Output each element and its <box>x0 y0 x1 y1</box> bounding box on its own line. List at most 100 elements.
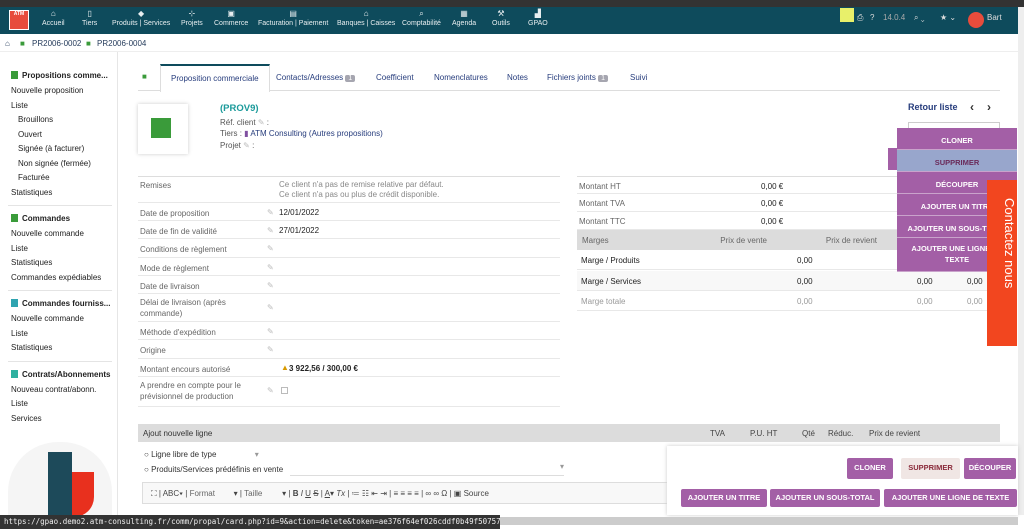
edit-pencil-icon[interactable]: ✎ <box>267 327 274 336</box>
next-record-button[interactable]: › <box>987 100 991 114</box>
horizontal-scrollbar[interactable] <box>500 517 1018 525</box>
sidebar-item[interactable]: Statistiques <box>11 343 52 352</box>
tab-fichiers-joints[interactable]: Fichiers joints 1 <box>547 73 609 82</box>
size-select[interactable]: Taille <box>244 489 282 498</box>
underline-icon[interactable]: U <box>305 489 311 498</box>
sidebar-item[interactable]: Nouvelle commande <box>11 314 84 323</box>
home-icon[interactable]: ⌂ <box>5 39 10 48</box>
tab-suivi[interactable]: Suivi <box>630 73 647 82</box>
tiers-link[interactable]: ATM Consulting <box>250 129 306 138</box>
atm-logo[interactable]: ATM <box>9 10 29 30</box>
link-icon[interactable]: ∞ <box>425 489 431 498</box>
other-proposals-link[interactable]: (Autres propositions) <box>309 129 383 138</box>
justify-icon[interactable]: ≡ <box>414 489 419 498</box>
bookmark-star-icon[interactable]: ★ ⌄ <box>940 13 956 22</box>
predef-product-radio[interactable]: ○ <box>144 465 149 474</box>
sidebar-section-title[interactable]: Commandes <box>22 214 70 223</box>
nav-item-banques-caisses[interactable]: ⌂ Banques | Caisses <box>337 9 395 27</box>
edit-pencil-icon[interactable]: ✎ <box>267 303 274 312</box>
edit-pencil-icon[interactable]: ✎ <box>267 263 274 272</box>
print-icon[interactable]: ⎙ <box>857 13 863 23</box>
nav-item-comptabilit-[interactable]: ⌕ Comptabilité <box>402 9 441 27</box>
nav-item-agenda[interactable]: ▦ Agenda <box>452 9 476 27</box>
tab-nomenclatures[interactable]: Nomenclatures <box>434 73 488 82</box>
spellcheck-icon[interactable]: ABC▾ <box>163 489 183 498</box>
tab-coefficient[interactable]: Coefficient <box>376 73 414 82</box>
panel-supprimer-button[interactable]: SUPPRIMER <box>901 458 960 479</box>
sidebar-item[interactable]: Nouvelle proposition <box>11 86 84 95</box>
avatar[interactable] <box>968 12 984 28</box>
nav-item-facturation-paiement[interactable]: ▤ Facturation | Paiement <box>258 9 328 27</box>
unlink-icon[interactable]: ∞ <box>433 489 439 498</box>
help-icon[interactable]: ? <box>870 13 874 22</box>
sidebar-section-title[interactable]: Contrats/Abonnements <box>22 370 110 379</box>
sidebar-item[interactable]: Nouvelle commande <box>11 229 84 238</box>
sticky-note-icon[interactable] <box>840 8 854 22</box>
align-right-icon[interactable]: ≡ <box>407 489 412 498</box>
panel-ajouter-un-sous-total-button[interactable]: AJOUTER UN SOUS-TOTAL <box>770 489 880 507</box>
bold-icon[interactable]: B <box>293 489 299 498</box>
contact-us-tab[interactable]: Contactez nous <box>987 180 1017 346</box>
search-menu-icon[interactable]: ⌕ ⌄ <box>914 13 924 23</box>
nav-item-accueil[interactable]: ⌂ Accueil <box>42 9 65 27</box>
edit-pencil-icon[interactable]: ✎ <box>267 281 274 290</box>
sidebar-section-title[interactable]: Commandes fourniss... <box>22 299 110 308</box>
nav-item-projets[interactable]: ⊹ Projets <box>181 9 203 27</box>
sidebar-item[interactable]: Liste <box>11 101 28 110</box>
sidebar-item[interactable]: Facturée <box>18 173 50 182</box>
indent-icon[interactable]: ⇥ <box>380 489 387 498</box>
floating-supprimer-button[interactable]: SUPPRIMER <box>897 150 1017 172</box>
format-select[interactable]: Format <box>190 489 234 498</box>
product-select[interactable]: ▾ <box>290 462 564 476</box>
italic-icon[interactable]: I <box>301 489 303 498</box>
nav-item-produits-services[interactable]: ◆ Produits | Services <box>112 9 170 27</box>
edit-pencil-icon[interactable]: ✎ <box>267 208 274 217</box>
back-to-list-link[interactable]: Retour liste <box>908 102 958 112</box>
edit-pencil-icon[interactable]: ✎ <box>258 118 265 127</box>
user-name[interactable]: Bart <box>987 13 1002 22</box>
edit-pencil-icon[interactable]: ✎ <box>243 141 250 150</box>
source-button[interactable]: Source <box>464 489 489 498</box>
edit-pencil-icon[interactable]: ✎ <box>267 386 274 395</box>
special-char-icon[interactable]: Ω <box>441 489 447 498</box>
prev-record-button[interactable]: ‹ <box>970 100 974 114</box>
edit-pencil-icon[interactable]: ✎ <box>267 226 274 235</box>
tab-proposition-commerciale[interactable]: Proposition commerciale <box>160 64 270 92</box>
sidebar-item[interactable]: Liste <box>11 244 28 253</box>
tab-contacts-adresses[interactable]: Contacts/Adresses 1 <box>276 73 356 82</box>
source-icon[interactable]: ▣ <box>454 489 462 498</box>
text-color-icon[interactable]: A <box>325 489 330 498</box>
breadcrumb-link[interactable]: PR2006-0004 <box>97 39 146 48</box>
breadcrumb-link[interactable]: PR2006-0002 <box>32 39 81 48</box>
nav-item-gpao[interactable]: ▟ GPAO <box>528 9 548 27</box>
edit-pencil-icon[interactable]: ✎ <box>267 244 274 253</box>
panel-cloner-button[interactable]: CLONER <box>847 458 893 479</box>
sidebar-item[interactable]: Non signée (fermée) <box>18 159 91 168</box>
checkbox[interactable] <box>281 387 288 394</box>
sidebar-item[interactable]: Commandes expédiables <box>11 273 101 282</box>
maximize-icon[interactable]: ⛶ <box>151 489 157 498</box>
outdent-icon[interactable]: ⇤ <box>371 489 378 498</box>
clear-format-icon[interactable]: Tx <box>336 489 345 498</box>
strike-icon[interactable]: S <box>313 489 318 498</box>
align-left-icon[interactable]: ≡ <box>393 489 398 498</box>
align-center-icon[interactable]: ≡ <box>400 489 405 498</box>
panel-ajouter-un-titre-button[interactable]: AJOUTER UN TITRE <box>681 489 767 507</box>
sidebar-item[interactable]: Brouillons <box>18 115 53 124</box>
bullet-list-icon[interactable]: ☷ <box>362 489 369 498</box>
floating-cloner-button[interactable]: CLONER <box>897 128 1017 150</box>
sidebar-item[interactable]: Liste <box>11 399 28 408</box>
sidebar-item[interactable]: Signée (à facturer) <box>18 144 84 153</box>
panel-d-couper-button[interactable]: DÉCOUPER <box>964 458 1016 479</box>
sidebar-section-title[interactable]: Propositions comme... <box>22 71 108 80</box>
numbered-list-icon[interactable]: ≔ <box>352 489 360 498</box>
sidebar-item[interactable]: Statistiques <box>11 188 52 197</box>
nav-item-tiers[interactable]: ▯ Tiers <box>82 9 97 27</box>
sidebar-item[interactable]: Liste <box>11 329 28 338</box>
line-type-select[interactable]: ▾ <box>219 450 259 459</box>
panel-ajouter-une-ligne-de-texte-button[interactable]: AJOUTER UNE LIGNE DE TEXTE <box>884 489 1017 507</box>
sidebar-item[interactable]: Nouveau contrat/abonn. <box>11 385 96 394</box>
tab-notes[interactable]: Notes <box>507 73 528 82</box>
sidebar-item[interactable]: Ouvert <box>18 130 42 139</box>
vertical-scrollbar[interactable] <box>1018 7 1024 515</box>
